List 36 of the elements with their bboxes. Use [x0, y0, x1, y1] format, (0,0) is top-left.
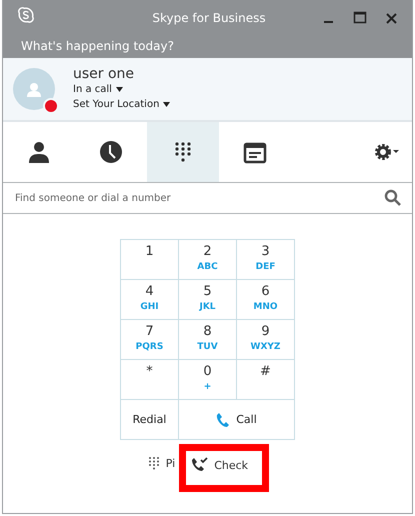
- dial-key[interactable]: 2 ABC: [179, 240, 237, 280]
- dial-key[interactable]: *: [121, 360, 179, 400]
- dialpad-icon: [148, 456, 160, 470]
- gear-icon: [374, 142, 400, 162]
- redial-button[interactable]: Redial: [121, 400, 179, 440]
- logo-icon: [17, 6, 35, 24]
- calendar-icon: [243, 140, 267, 164]
- close-icon[interactable]: [385, 12, 398, 24]
- pin-button[interactable]: Pi: [146, 454, 178, 472]
- search-icon[interactable]: [384, 189, 402, 207]
- avatar-icon: [13, 68, 55, 110]
- dial-key[interactable]: 5 JKL: [179, 280, 237, 320]
- dial-key[interactable]: 3 DEF: [237, 240, 295, 280]
- phone-icon: [216, 412, 230, 428]
- location-dropdown[interactable]: Set Your Location: [73, 97, 170, 112]
- dial-key[interactable]: 8 TUV: [179, 320, 237, 360]
- clock-icon: [99, 140, 123, 164]
- status-dropdown[interactable]: In a call: [73, 82, 123, 97]
- user-name: user one: [73, 66, 134, 82]
- note-field[interactable]: What's happening today?: [3, 36, 412, 58]
- window-title: Skype for Business: [151, 11, 267, 25]
- phone-check-icon: [192, 457, 208, 473]
- dialpad-icon: [174, 141, 192, 163]
- dial-key[interactable]: 7 PQRS: [121, 320, 179, 360]
- caret-icon: [163, 102, 170, 107]
- maximize-icon[interactable]: [353, 11, 367, 25]
- dial-key[interactable]: #: [237, 360, 295, 400]
- check-button[interactable]: Check: [190, 455, 250, 475]
- dial-key[interactable]: 1: [121, 240, 179, 280]
- dial-key[interactable]: 0 +: [179, 360, 237, 400]
- person-icon: [27, 140, 51, 164]
- dial-key[interactable]: 6 MNO: [237, 280, 295, 320]
- dial-key[interactable]: 4 GHI: [121, 280, 179, 320]
- dial-key[interactable]: 9 WXYZ: [237, 320, 295, 360]
- caret-icon: [116, 87, 123, 92]
- call-button[interactable]: Call: [179, 400, 295, 440]
